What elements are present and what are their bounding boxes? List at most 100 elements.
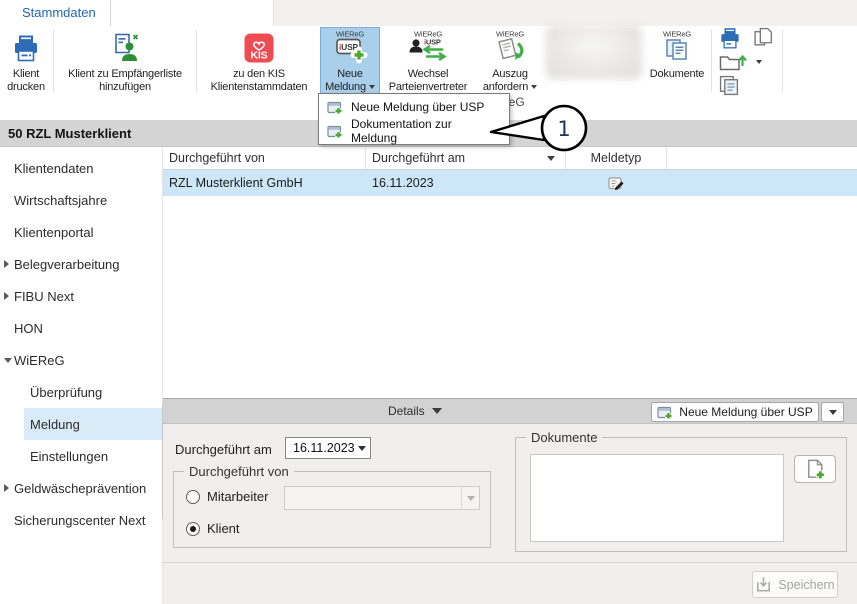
table-row[interactable]: RZL Musterklient GmbH 16.11.2023 <box>163 170 857 196</box>
dokumente-group-label: Dokumente <box>526 430 602 445</box>
collapse-icon <box>432 408 442 414</box>
svg-text:KIS: KIS <box>251 50 268 62</box>
cell-durchgefuehrt-am: 16.11.2023 <box>366 176 566 190</box>
expand-collapsed-icon[interactable] <box>4 292 9 300</box>
svg-text:iUSP: iUSP <box>339 42 359 52</box>
action-bar: Speichern <box>163 562 857 604</box>
sidebar-item-hon[interactable]: HON <box>0 312 162 344</box>
ribbon-separator <box>196 30 197 92</box>
klient-drucken-label: Klient drucken <box>0 68 52 94</box>
sidebar-item-belegverarbeitung[interactable]: Belegverarbeitung <box>0 248 162 280</box>
details-bar: Details Neue Meldung über USP <box>163 398 857 424</box>
kis-stammdaten-button[interactable]: KIS zu den KIS Klientenstammdaten <box>198 27 320 97</box>
expand-collapsed-icon[interactable] <box>4 484 9 492</box>
kis-stammdaten-label: zu den KIS Klientenstammdaten <box>198 68 320 94</box>
printer-icon <box>12 34 40 62</box>
auszug-anfordern-label: Auszug anfordern <box>476 68 544 94</box>
neue-meldung-usp-button[interactable]: Neue Meldung über USP <box>651 402 819 422</box>
pages-icon[interactable] <box>753 27 774 48</box>
sidebar-item-sicherungscenter-next[interactable]: Sicherungscenter Next <box>0 504 162 536</box>
empfaengerliste-label: Klient zu Empfängerliste hinzufügen <box>55 68 195 94</box>
ribbon-separator <box>711 30 712 92</box>
dokumente-listbox[interactable] <box>530 454 784 542</box>
dokumente-group: Dokumente <box>515 437 847 552</box>
tab-bar: Stammdaten <box>0 0 857 26</box>
column-header-filler <box>667 147 857 169</box>
auszug-anfordern-button[interactable]: WiEReG Auszug anfordern <box>476 27 544 97</box>
dropdown-caret-icon <box>531 85 537 89</box>
sidebar-item-geldwaeschepraevention[interactable]: Geldwäscheprävention <box>0 472 162 504</box>
sidebar-item-einstellungen[interactable]: Einstellungen <box>0 440 162 472</box>
expand-collapsed-icon[interactable] <box>4 260 9 268</box>
svg-text:WiEReG: WiEReG <box>663 30 691 39</box>
sidebar-item-fibu-next[interactable]: FIBU Next <box>0 280 162 312</box>
svg-text:iUSP: iUSP <box>424 38 441 47</box>
sidebar-item-klientendaten[interactable]: Klientendaten <box>0 152 162 184</box>
wiereg-usp-new-icon: WiEReG iUSP <box>331 29 369 67</box>
folder-export-icon[interactable] <box>719 53 747 72</box>
durchgefuehrt-von-group-label: Durchgeführt von <box>184 464 294 479</box>
mitarbeiter-combobox-disabled <box>284 486 480 510</box>
document-add-icon <box>804 458 827 481</box>
neue-meldung-dropdown-button[interactable] <box>821 402 844 422</box>
date-label: Durchgeführt am <box>175 442 272 457</box>
print-icon[interactable] <box>719 27 741 49</box>
sidebar-item-meldung[interactable]: Meldung <box>0 408 162 440</box>
radio-unselected-icon[interactable] <box>186 490 200 504</box>
document-person-icon <box>110 33 140 63</box>
speichern-button[interactable]: Speichern <box>752 571 838 598</box>
client-title: 50 RZL Musterklient <box>8 126 131 141</box>
annotation-callout-1: 1 <box>478 99 596 159</box>
ribbon-separator <box>53 30 54 92</box>
wechsel-parteienvertreter-button[interactable]: WiEReG iUSP Wechsel Parteienvertreter <box>380 27 476 97</box>
sidebar-item-wirtschaftsjahre[interactable]: Wirtschaftsjahre <box>0 184 162 216</box>
klient-drucken-button[interactable]: Klient drucken <box>0 27 52 97</box>
redacted-button <box>546 25 642 79</box>
dropdown-caret-icon <box>358 446 366 451</box>
folder-export-caret-icon[interactable] <box>756 60 762 64</box>
dropdown-caret-icon <box>467 496 475 501</box>
empfaengerliste-button[interactable]: Klient zu Empfängerliste hinzufügen <box>55 27 195 97</box>
radio-selected-icon[interactable] <box>186 522 200 536</box>
neue-meldung-label: Neue Meldung <box>320 68 380 94</box>
svg-text:WiEReG: WiEReG <box>496 30 524 39</box>
wechsel-parteienvertreter-label: Wechsel Parteienvertreter <box>380 68 476 94</box>
neue-meldung-button[interactable]: WiEReG iUSP Neue Meldung <box>320 27 380 97</box>
tab-bar-spacer <box>273 0 857 26</box>
details-form: Durchgeführt am 16.11.2023 Durchgeführt … <box>163 424 857 562</box>
durchgefuehrt-von-group: Durchgeführt von Mitarbeiter Klient <box>173 471 491 548</box>
dropdown-caret-icon <box>369 85 375 89</box>
add-document-button[interactable] <box>794 455 836 483</box>
meldungen-table: Durchgeführt von Durchgeführt am Meldety… <box>163 147 857 398</box>
window-plus-icon <box>327 124 343 139</box>
dokumente-button[interactable]: WiEReG Dokumente <box>644 27 710 97</box>
dropdown-caret-icon <box>829 410 837 415</box>
date-combobox[interactable]: 16.11.2023 <box>285 437 371 459</box>
save-icon <box>755 576 772 593</box>
window-plus-icon <box>657 405 673 420</box>
sidebar-item-klientenportal[interactable]: Klientenportal <box>0 216 162 248</box>
cell-meldetyp <box>566 176 667 191</box>
radio-klient[interactable]: Klient <box>186 521 240 536</box>
wiereg-wechsel-icon: WiEReG iUSP <box>406 29 450 67</box>
note-edit-icon <box>608 176 625 191</box>
wiereg-auszug-icon: WiEReG <box>491 29 529 67</box>
sidebar-item-ueberpruefung[interactable]: Überprüfung <box>0 376 162 408</box>
column-header-durchgefuehrt-von[interactable]: Durchgeführt von <box>163 147 366 169</box>
kis-icon: KIS <box>244 33 274 63</box>
dokumente-label: Dokumente <box>650 68 704 81</box>
quick-tools-group <box>717 27 781 97</box>
application-window: Stammdaten Klient drucken <box>0 0 857 604</box>
radio-mitarbeiter[interactable]: Mitarbeiter <box>186 489 268 504</box>
wiereg-dokumente-icon: WiEReG <box>660 29 694 67</box>
details-toggle[interactable]: Details <box>388 399 442 423</box>
cell-durchgefuehrt-von: RZL Musterklient GmbH <box>163 176 366 190</box>
expand-expanded-icon[interactable] <box>4 358 12 363</box>
ribbon-separator <box>782 30 783 92</box>
sidebar-navigation: Klientendaten Wirtschaftsjahre Klientenp… <box>0 147 162 604</box>
copy-icon[interactable] <box>719 75 740 96</box>
callout-number: 1 <box>557 117 570 141</box>
sidebar-item-wiereg[interactable]: WiEReG <box>0 344 162 376</box>
tab-stammdaten[interactable]: Stammdaten <box>8 0 111 26</box>
date-value: 16.11.2023 <box>286 441 355 455</box>
